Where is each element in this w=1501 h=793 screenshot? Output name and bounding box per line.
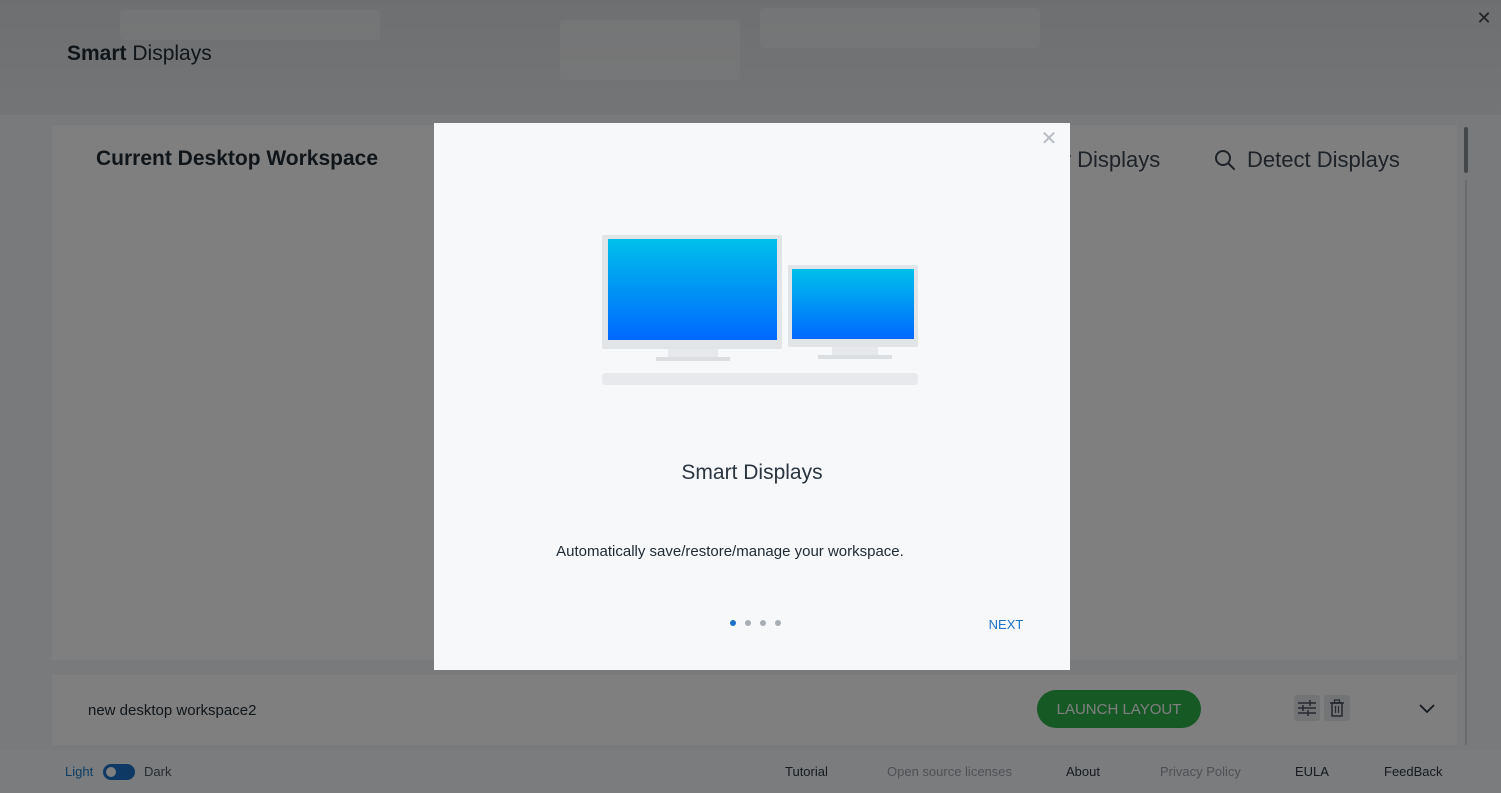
dialog-description: Automatically save/restore/manage your w… [556,543,904,560]
monitor-illustration [602,235,918,385]
onboarding-dialog: ✕ Smart Displays Automatically save/rest… [434,123,1070,670]
pagination-dot[interactable] [775,620,781,626]
pagination-dots [730,620,781,626]
pagination-dot[interactable] [730,620,736,626]
dialog-title: Smart Displays [681,461,823,484]
pagination-dot[interactable] [745,620,751,626]
next-button[interactable]: NEXT [966,614,1046,634]
pagination-dot[interactable] [760,620,766,626]
close-icon[interactable]: ✕ [1039,129,1059,149]
